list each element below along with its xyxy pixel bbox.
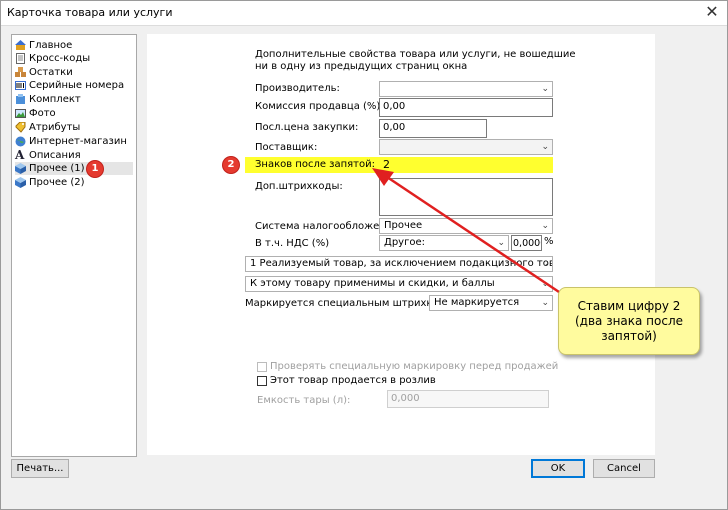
decimals-label: Знаков после запятой:	[255, 159, 375, 170]
sidebar-item-label: Интернет-магазин	[29, 136, 127, 147]
chevron-down-icon: ⌄	[497, 238, 505, 248]
sidebar-item-descriptions[interactable]: A Описания	[15, 149, 81, 162]
sidebar-item-kit[interactable]: Комплект	[15, 93, 81, 106]
manufacturer-label: Производитель:	[255, 83, 340, 94]
check-marking-checkbox[interactable]	[257, 362, 267, 372]
commission-label: Комиссия продавца (%):	[255, 101, 384, 112]
last-price-input[interactable]: 0,00	[379, 119, 487, 138]
font-icon: A	[15, 148, 25, 162]
sidebar-item-label: Кросс-коды	[29, 53, 91, 64]
sidebar-item-label: Прочее (1)	[29, 163, 85, 174]
stock-icon	[15, 67, 26, 78]
sidebar-item-other-2[interactable]: Прочее (2)	[15, 176, 85, 189]
sidebar-item-label: Остатки	[29, 67, 73, 78]
sidebar-item-label: Серийные номера	[29, 80, 125, 91]
box-icon	[15, 163, 26, 174]
callout-line-1: Ставим цифру 2	[577, 298, 681, 313]
sidebar-item-label: Описания	[29, 150, 81, 161]
print-button[interactable]: Печать...	[11, 459, 69, 478]
callout-line-3: запятой)	[601, 328, 657, 343]
ok-button[interactable]: OK	[531, 459, 585, 478]
vat-select-value: Другое:	[384, 237, 425, 248]
chevron-down-icon: ⌄	[541, 84, 549, 94]
chevron-down-icon: ⌄	[541, 298, 549, 308]
title-bar: Карточка товара или услуги ✕	[1, 1, 727, 26]
sidebar-item-main[interactable]: Главное	[15, 39, 72, 52]
intro-text: Дополнительные свойства товара или услуг…	[255, 49, 576, 60]
marking-select[interactable]: Не маркируется ⌄	[429, 295, 553, 311]
sidebar-item-serials[interactable]: Серийные номера	[15, 79, 124, 92]
discounts-value: К этому товару применимы и скидки, и бал…	[250, 278, 495, 289]
sidebar-item-other-1[interactable]: Прочее (1)	[15, 162, 133, 175]
container-label: Емкость тары (л):	[257, 395, 351, 406]
serial-icon	[15, 80, 26, 91]
chevron-down-icon: ⌄	[541, 259, 549, 269]
barcodes-textarea[interactable]	[379, 178, 553, 216]
discounts-select[interactable]: К этому товару применимы и скидки, и бал…	[245, 276, 553, 292]
annotation-callout: Ставим цифру 2 (два знака после запятой)	[558, 287, 700, 355]
tax-value: Прочее	[384, 220, 423, 231]
sidebar-item-label: Комплект	[29, 94, 81, 105]
globe-icon	[15, 136, 26, 147]
supplier-label: Поставщик:	[255, 142, 318, 153]
vat-input[interactable]: 0,0000	[511, 235, 542, 251]
product-type-select[interactable]: 1 Реализуемый товар, за исключением пода…	[245, 256, 553, 272]
sidebar-item-stock[interactable]: Остатки	[15, 66, 73, 79]
vat-unit: %	[544, 236, 554, 247]
attributes-icon	[15, 121, 26, 133]
kit-icon	[15, 94, 26, 105]
box-icon	[15, 177, 26, 188]
sidebar-item-label: Главное	[29, 40, 73, 51]
sidebar-item-cross-codes[interactable]: Кросс-коды	[15, 52, 90, 65]
photo-icon	[15, 108, 26, 119]
window-title: Карточка товара или услуги	[7, 6, 173, 19]
last-price-label: Посл.цена закупки:	[255, 122, 359, 133]
bottling-checkbox[interactable]	[257, 376, 267, 386]
tax-select[interactable]: Прочее ⌄	[379, 218, 553, 234]
document-icon	[15, 53, 26, 64]
sidebar-item-attributes[interactable]: Атрибуты	[15, 121, 80, 134]
commission-input[interactable]: 0,00	[379, 98, 553, 117]
supplier-select[interactable]: ⌄	[379, 139, 553, 155]
marking-value: Не маркируется	[434, 297, 520, 308]
cancel-button[interactable]: Cancel	[593, 459, 655, 478]
manufacturer-select[interactable]: ⌄	[379, 81, 553, 97]
annotation-badge-2: 2	[223, 157, 239, 173]
chevron-down-icon: ⌄	[541, 279, 549, 289]
chevron-down-icon: ⌄	[541, 221, 549, 231]
product-type-value: 1 Реализуемый товар, за исключением пода…	[250, 258, 553, 269]
decimals-input[interactable]: 2	[383, 158, 390, 171]
sidebar-item-label: Прочее (2)	[29, 177, 85, 188]
container-input[interactable]: 0,000	[387, 390, 549, 408]
sidebar-item-label: Фото	[29, 108, 56, 119]
sidebar: Главное Кросс-коды Остатки Серийные номе…	[11, 34, 137, 457]
dialog-window: Карточка товара или услуги ✕ Главное Кро…	[0, 0, 728, 510]
bottling-label: Этот товар продается в розлив	[270, 375, 436, 386]
home-icon	[15, 40, 26, 51]
vat-label: В т.ч. НДС (%)	[255, 238, 330, 249]
intro-text-2: ни в одну из предыдущих страниц окна	[255, 61, 468, 72]
sidebar-item-online-store[interactable]: Интернет-магазин	[15, 135, 127, 148]
check-marking-label: Проверять специальную маркировку перед п…	[270, 361, 559, 372]
chevron-down-icon: ⌄	[541, 142, 549, 152]
callout-line-2: (два знака после	[574, 313, 684, 328]
sidebar-item-label: Атрибуты	[29, 122, 81, 133]
barcodes-label: Доп.штрихкоды:	[255, 181, 343, 192]
annotation-badge-1: 1	[87, 161, 103, 177]
vat-select[interactable]: Другое: ⌄	[379, 235, 509, 251]
close-icon[interactable]: ✕	[701, 2, 723, 22]
sidebar-item-photo[interactable]: Фото	[15, 107, 56, 120]
